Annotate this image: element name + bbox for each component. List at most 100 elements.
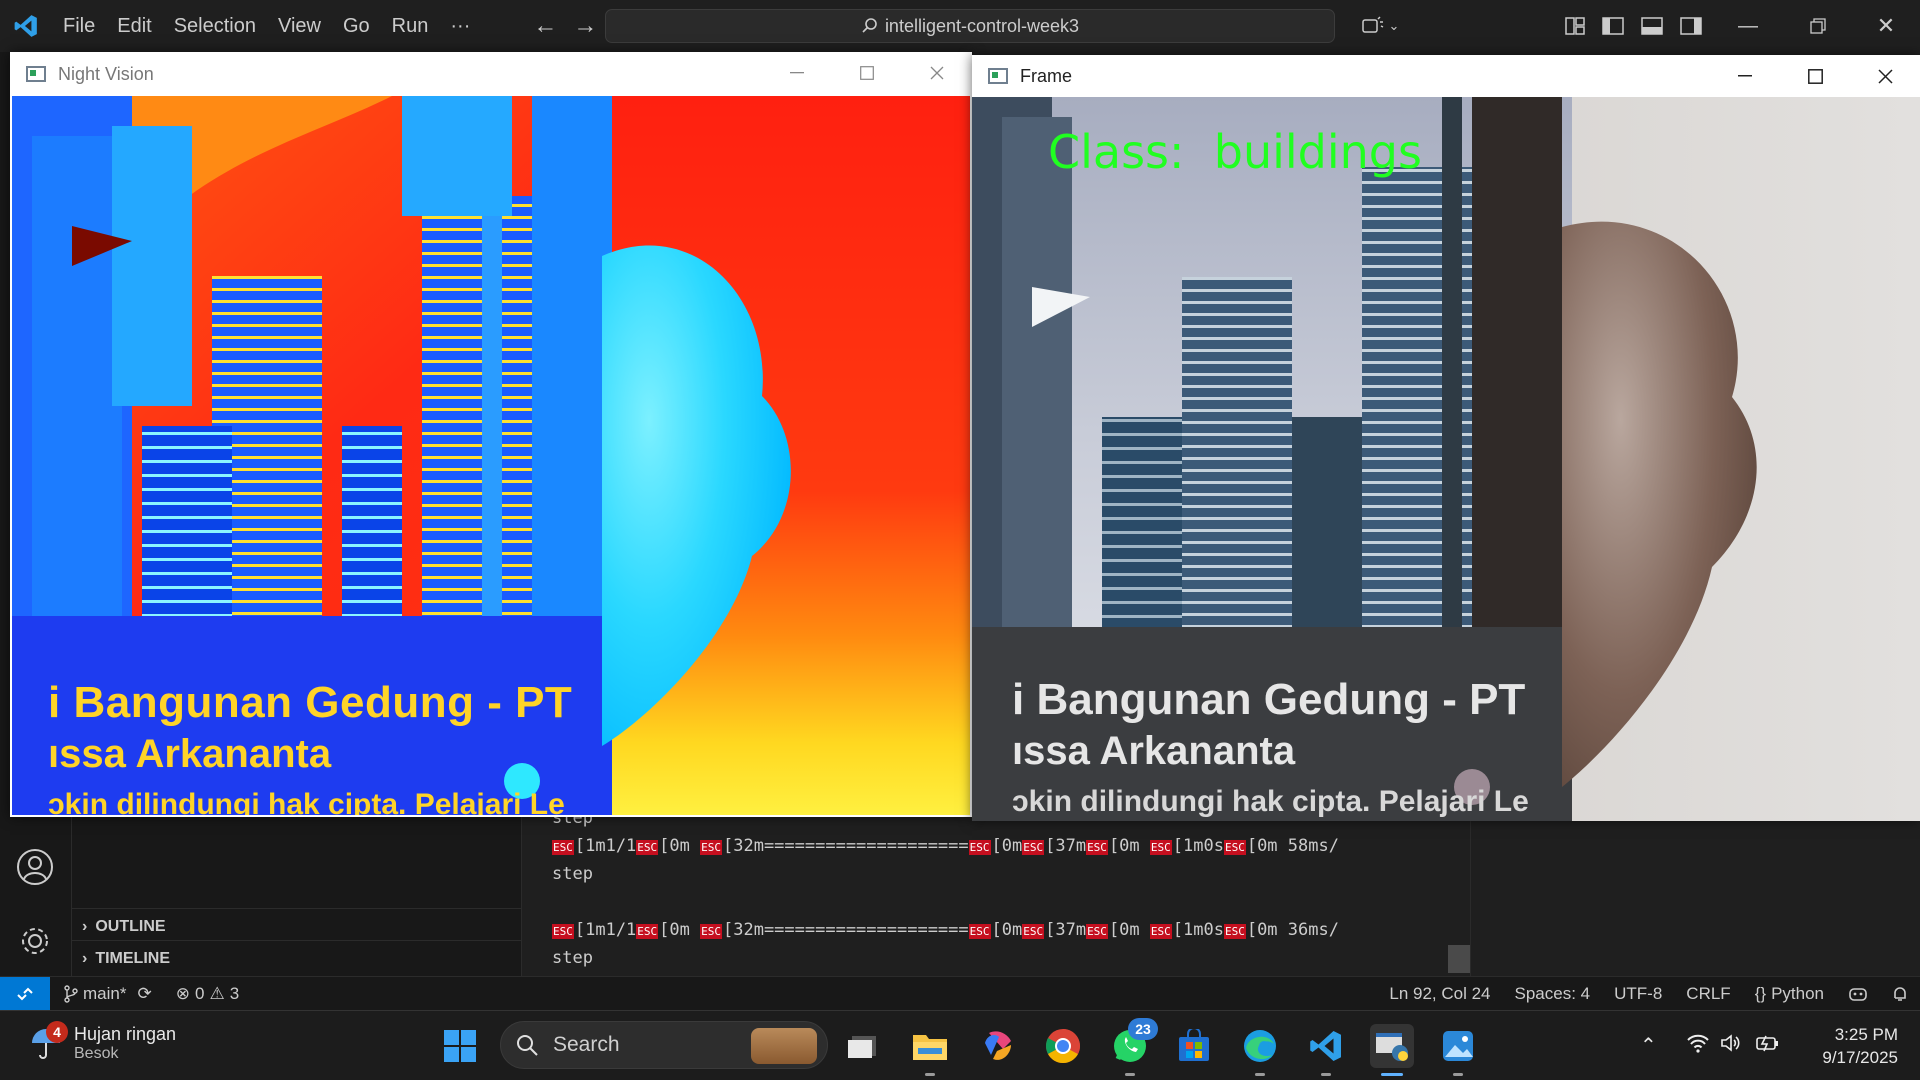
terminal-text: [0m xyxy=(659,836,701,856)
microsoft-store-icon[interactable] xyxy=(1172,1024,1216,1068)
maximize-icon[interactable] xyxy=(1780,55,1850,97)
volume-icon[interactable] xyxy=(1720,1033,1742,1058)
menu-selection[interactable]: Selection xyxy=(163,0,267,52)
settings-gear-icon[interactable] xyxy=(16,922,54,965)
search-label: Search xyxy=(553,1033,620,1056)
close-icon[interactable] xyxy=(1850,55,1920,97)
notifications-bell-icon[interactable] xyxy=(1880,985,1920,1003)
menu-view[interactable]: View xyxy=(267,0,332,52)
language-mode[interactable]: {} Python xyxy=(1743,984,1836,1004)
panel-divider xyxy=(1470,820,1471,976)
timeline-label: TIMELINE xyxy=(95,950,170,967)
menu-edit[interactable]: Edit xyxy=(106,0,162,52)
close-icon[interactable] xyxy=(902,52,972,94)
menu-more[interactable]: ··· xyxy=(439,0,481,52)
minimize-icon[interactable]: — xyxy=(1728,0,1768,52)
vscode-titlebar: File Edit Selection View Go Run ··· ← → … xyxy=(0,0,1920,52)
escape-code-marker: ESC xyxy=(552,840,574,855)
timeline-section[interactable]: › TIMELINE xyxy=(82,950,170,968)
wifi-icon[interactable] xyxy=(1686,1033,1710,1058)
menu-file[interactable]: File xyxy=(52,0,106,52)
opencv-app-icon xyxy=(988,68,1008,84)
accounts-icon[interactable] xyxy=(16,848,54,891)
sync-icon[interactable]: ⟳ xyxy=(137,984,151,1004)
python-app-icon[interactable] xyxy=(1370,1024,1414,1076)
terminal-text: [1m0s xyxy=(1172,920,1224,940)
escape-code-marker: ESC xyxy=(1149,840,1172,855)
copilot-status-icon[interactable] xyxy=(1836,985,1880,1003)
line-ending[interactable]: CRLF xyxy=(1674,984,1742,1004)
whatsapp-badge: 23 xyxy=(1128,1018,1158,1040)
frame-canvas: Class: buildings i Bangunan Gedung - PT … xyxy=(972,97,1920,821)
escape-code-marker: ESC xyxy=(1086,840,1108,855)
escape-code-marker: ESC xyxy=(1022,924,1045,939)
encoding[interactable]: UTF-8 xyxy=(1602,984,1674,1004)
night-vision-window[interactable]: Night Vision i Bangunan Gedung - PT ıssa… xyxy=(10,52,972,817)
frame-title: Frame xyxy=(1020,65,1073,86)
show-hidden-icons-chevron-up-icon[interactable]: ⌃ xyxy=(1640,1033,1657,1058)
terminal-line: step xyxy=(552,864,593,884)
close-icon[interactable]: ✕ xyxy=(1866,0,1906,52)
back-arrow-icon[interactable]: ← xyxy=(525,12,565,40)
toggle-primary-sidebar-icon[interactable] xyxy=(1598,0,1628,52)
minimize-icon[interactable] xyxy=(1710,55,1780,97)
frame-titlebar[interactable]: Frame xyxy=(972,55,1920,97)
chrome-icon[interactable] xyxy=(1041,1024,1085,1068)
frame-window[interactable]: Frame Class: buildings i Bangunan Gedung… xyxy=(972,55,1920,821)
menu-run[interactable]: Run xyxy=(381,0,440,52)
customize-layout-icon[interactable] xyxy=(1560,0,1590,52)
vscode-taskbar-icon[interactable] xyxy=(1304,1024,1348,1076)
escape-code-marker: ESC xyxy=(636,924,659,939)
night-vision-titlebar[interactable]: Night Vision xyxy=(10,52,972,96)
command-center-search[interactable]: intelligent-control-week3 xyxy=(605,9,1335,43)
escape-code-marker: ESC xyxy=(1086,924,1108,939)
escape-code-marker: ESC xyxy=(1022,840,1045,855)
cursor-position[interactable]: Ln 92, Col 24 xyxy=(1377,984,1502,1004)
indentation[interactable]: Spaces: 4 xyxy=(1503,984,1603,1004)
night-vision-title: Night Vision xyxy=(58,63,154,84)
edge-icon[interactable] xyxy=(1238,1024,1282,1076)
search-highlight-image xyxy=(751,1028,817,1064)
night-vision-sign-line1: i Bangunan Gedung - PT xyxy=(48,678,573,727)
chevron-down-icon[interactable]: ⌄ xyxy=(1384,0,1404,52)
menu-go[interactable]: Go xyxy=(332,0,381,52)
toggle-panel-icon[interactable] xyxy=(1637,0,1667,52)
terminal-text: [0m xyxy=(1108,836,1150,856)
minimize-icon[interactable] xyxy=(762,52,832,94)
battery-charging-icon[interactable] xyxy=(1754,1033,1780,1058)
language-label: Python xyxy=(1771,983,1824,1003)
night-vision-canvas: i Bangunan Gedung - PT ıssa Arkananta ɔk… xyxy=(12,96,970,815)
toggle-secondary-sidebar-icon[interactable] xyxy=(1676,0,1706,52)
chevron-right-icon: › xyxy=(82,950,88,967)
copilot-app-icon[interactable] xyxy=(976,1024,1020,1068)
remote-icon xyxy=(17,987,33,1000)
error-icon: ⊗ xyxy=(175,983,190,1003)
file-explorer-icon[interactable] xyxy=(908,1024,952,1076)
photos-app-icon[interactable] xyxy=(1436,1024,1480,1076)
terminal-text: [32m==================== xyxy=(723,836,969,856)
task-view-icon[interactable] xyxy=(840,1024,884,1068)
outline-section[interactable]: › OUTLINE xyxy=(82,918,166,936)
branch-indicator[interactable]: main* ⟳ xyxy=(50,984,164,1004)
escape-code-marker: ESC xyxy=(968,840,991,855)
terminal-text: [37m xyxy=(1045,920,1087,940)
clock-time: 3:25 PM xyxy=(1834,1025,1898,1044)
taskbar-search[interactable]: Search xyxy=(500,1021,828,1069)
escape-code-marker: ESC xyxy=(700,924,722,939)
problems-indicator[interactable]: ⊗ 0 ⚠ 3 xyxy=(164,984,251,1004)
maximize-icon[interactable] xyxy=(832,52,902,94)
classification-label: Class: buildings xyxy=(1048,125,1422,179)
restore-icon[interactable] xyxy=(1798,0,1838,52)
terminal-text: [0m 36ms/ xyxy=(1246,920,1339,940)
windows-start-icon[interactable] xyxy=(438,1024,482,1068)
terminal-output[interactable]: step ESC [1m1/1ESC [0m ESC [32m=============… xyxy=(552,804,1452,972)
terminal-text: [1m1/1 xyxy=(574,836,637,856)
frame-sign-line3: ɔkin dilindungi hak cipta. Pelajari Le xyxy=(1012,785,1529,818)
forward-arrow-icon[interactable]: → xyxy=(565,12,605,40)
error-count: 0 xyxy=(194,983,205,1003)
remote-indicator[interactable] xyxy=(0,976,50,1011)
whatsapp-icon[interactable]: 23 xyxy=(1108,1018,1158,1076)
system-clock[interactable]: 3:25 PM 9/17/2025 xyxy=(1822,1023,1898,1069)
weather-widget[interactable]: 4 Hujan ringan Besok xyxy=(28,1021,176,1063)
terminal-scrollbar[interactable] xyxy=(1448,945,1470,973)
